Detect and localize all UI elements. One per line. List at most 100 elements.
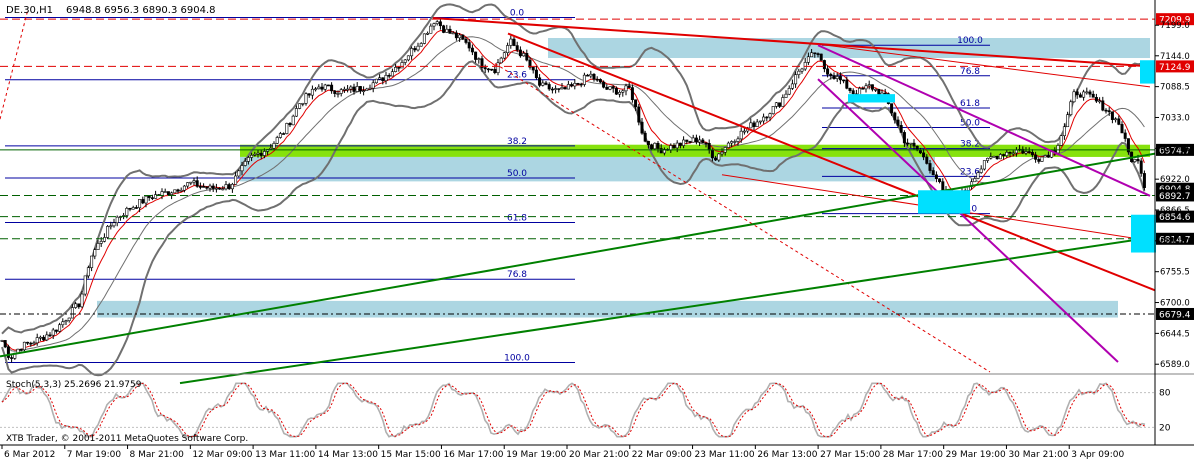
candle-body <box>1037 159 1041 162</box>
candle-body <box>288 123 292 126</box>
candle-body <box>253 153 257 156</box>
candle-body <box>413 48 417 51</box>
candle-body <box>1027 151 1031 153</box>
candle-body <box>429 25 433 34</box>
candle-body <box>1069 101 1073 116</box>
candle-body <box>909 142 913 145</box>
candle-body <box>454 32 458 39</box>
candle-body <box>602 81 606 88</box>
candle-body <box>250 154 254 158</box>
candle-body <box>272 143 276 149</box>
candle-body <box>365 88 369 91</box>
candle-body <box>925 156 929 164</box>
stoch-tick-1: 20 <box>1159 423 1171 433</box>
price-chart[interactable]: 0.0 23.6 38.2 50.0 61.8 76.8 100.0 100.0 76.8 61.… <box>0 0 1194 461</box>
candle-body <box>608 86 612 90</box>
candle-body <box>918 149 922 154</box>
candle-body <box>554 88 558 90</box>
candle-body <box>1107 110 1111 113</box>
candle-body <box>771 106 775 115</box>
candle-body <box>80 293 84 308</box>
candle-body <box>32 342 36 345</box>
candle-body <box>400 62 404 69</box>
candle-body <box>477 58 481 60</box>
candle-body <box>269 147 273 150</box>
candle-body <box>58 324 62 332</box>
candle-body <box>682 139 686 146</box>
candle-body <box>486 68 490 71</box>
candle-body <box>67 317 71 321</box>
candle-body <box>464 38 468 43</box>
x-tick-label-15: 29 Mar 19:00 <box>946 450 1006 460</box>
candle-body <box>96 243 100 250</box>
candle-body <box>941 181 945 191</box>
candle-body <box>1046 155 1050 158</box>
candle-body <box>115 216 119 224</box>
candle-body <box>1072 91 1076 103</box>
y-tick-label-3: 7033.0 <box>1160 113 1190 123</box>
candle-body <box>848 87 852 91</box>
candle-body <box>298 103 302 109</box>
candle-body <box>483 67 487 70</box>
candle-body <box>442 25 446 33</box>
candle-body <box>38 336 42 339</box>
candle-body <box>694 137 698 143</box>
x-tick-label-8: 19 Mar 19:00 <box>506 450 566 460</box>
candle-body <box>493 69 497 74</box>
candle-body <box>995 155 999 160</box>
candle-body <box>605 86 609 90</box>
y-tick-label-8: 6755.5 <box>1160 268 1190 278</box>
candle-body <box>192 180 196 183</box>
candle-body <box>1136 159 1140 162</box>
candle-body <box>902 132 906 144</box>
candle-body <box>51 329 55 336</box>
candle-body <box>637 106 641 123</box>
fib-label-0-0: 0.0 <box>510 8 525 18</box>
candle-body <box>781 97 785 107</box>
candle-body <box>381 77 385 81</box>
candle-body <box>256 152 260 155</box>
candle-body <box>688 141 692 143</box>
candle-body <box>1094 97 1098 102</box>
candle-body <box>589 73 593 77</box>
candle-body <box>211 185 215 189</box>
cyan-block-2 <box>1140 60 1155 84</box>
candle-body <box>861 88 865 90</box>
candle-body <box>346 88 350 91</box>
candle-body <box>419 43 423 47</box>
candle-body <box>1075 91 1079 96</box>
candle-body <box>611 86 615 89</box>
candle-body <box>531 66 535 71</box>
candle-body <box>490 68 494 71</box>
candle-body <box>1040 156 1044 162</box>
candle-body <box>899 125 903 133</box>
candle-body <box>992 155 996 158</box>
candle-body <box>627 85 631 88</box>
candle-body <box>640 121 644 134</box>
candle-body <box>19 348 23 351</box>
candle-body <box>931 170 935 176</box>
candle-body <box>976 172 980 179</box>
candle-body <box>314 88 318 91</box>
fib-label-0-6: 100.0 <box>504 354 530 364</box>
candle-body <box>634 99 638 108</box>
candle-body <box>394 67 398 72</box>
candle-body <box>1110 111 1114 120</box>
candle-body <box>451 32 455 35</box>
x-tick-label-13: 27 Mar 15:00 <box>820 450 880 460</box>
candle-body <box>563 87 567 90</box>
candle-body <box>896 119 900 126</box>
candle-body <box>275 137 279 144</box>
fib-label-0-4: 61.8 <box>507 214 527 224</box>
level-tag-1: 7124.9 <box>1159 63 1191 73</box>
candle-body <box>208 185 212 189</box>
candle-body <box>659 148 663 154</box>
y-tick-label-9: 6700.0 <box>1160 299 1190 309</box>
fib-label-0-5: 76.8 <box>507 270 527 280</box>
candle-body <box>883 92 887 95</box>
y-tick-label-0: 7199.0 <box>1160 21 1190 31</box>
candle-body <box>819 53 823 61</box>
candle-body <box>214 187 218 190</box>
candle-body <box>227 184 231 190</box>
candle-body <box>560 87 564 90</box>
